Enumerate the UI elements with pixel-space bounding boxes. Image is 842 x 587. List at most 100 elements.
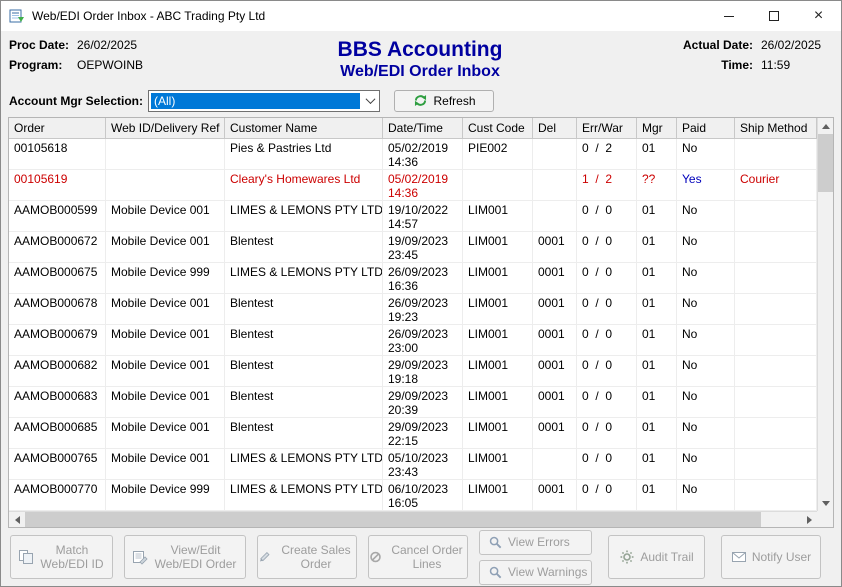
close-button[interactable]: × xyxy=(796,1,841,31)
chevron-down-icon xyxy=(365,94,375,104)
cell-cust_code: LIM001 xyxy=(463,387,533,418)
cell-date_time: 19/09/202323:45 xyxy=(383,232,463,263)
create-sales-order-label: Create Sales Order xyxy=(276,543,356,571)
horizontal-scrollbar[interactable] xyxy=(9,511,817,527)
notify-user-button[interactable]: Notify User xyxy=(721,535,821,579)
table-row[interactable]: AAMOB000682Mobile Device 001Blentest29/0… xyxy=(9,356,817,387)
title-bar: Web/EDI Order Inbox - ABC Trading Pty Lt… xyxy=(1,1,841,31)
column-header-web_id[interactable]: Web ID/Delivery Ref xyxy=(106,118,225,139)
table-row[interactable]: AAMOB000675Mobile Device 999LIMES & LEMO… xyxy=(9,263,817,294)
table-row[interactable]: AAMOB000678Mobile Device 001Blentest26/0… xyxy=(9,294,817,325)
cell-customer: LIMES & LEMONS PTY LTD xyxy=(225,449,383,480)
envelope-icon xyxy=(731,549,747,565)
table-row[interactable]: 00105618Pies & Pastries Ltd05/02/201914:… xyxy=(9,139,817,170)
cell-paid: No xyxy=(677,356,735,387)
match-webedi-id-button[interactable]: Match Web/EDI ID xyxy=(10,535,113,579)
cell-paid: No xyxy=(677,449,735,480)
cell-ship_method xyxy=(735,418,817,449)
table-row[interactable]: AAMOB000770Mobile Device 999LIMES & LEMO… xyxy=(9,480,817,511)
column-header-cust_code[interactable]: Cust Code xyxy=(463,118,533,139)
account-mgr-label: Account Mgr Selection: xyxy=(9,94,143,108)
table-row[interactable]: AAMOB000599Mobile Device 001LIMES & LEMO… xyxy=(9,201,817,232)
cell-del: 0001 xyxy=(533,356,577,387)
cell-order: AAMOB000678 xyxy=(9,294,106,325)
cell-ship_method xyxy=(735,325,817,356)
cell-mgr: 01 xyxy=(637,449,677,480)
vertical-scroll-track[interactable] xyxy=(818,192,833,495)
header-center: BBS Accounting Web/EDI Order Inbox xyxy=(234,38,606,88)
maximize-button[interactable] xyxy=(751,1,796,31)
cell-del: 0001 xyxy=(533,294,577,325)
column-header-paid[interactable]: Paid xyxy=(677,118,735,139)
cell-mgr: 01 xyxy=(637,201,677,232)
view-errors-button[interactable]: View Errors xyxy=(479,530,592,555)
column-header-ship_method[interactable]: Ship Method xyxy=(735,118,817,139)
table-row[interactable]: AAMOB000679Mobile Device 001Blentest26/0… xyxy=(9,325,817,356)
cell-err_war: 0 / 0 xyxy=(577,418,637,449)
horizontal-scroll-track[interactable] xyxy=(761,512,801,527)
arrow-left-icon xyxy=(15,516,20,524)
cell-del xyxy=(533,170,577,201)
cell-date_time: 29/09/202320:39 xyxy=(383,387,463,418)
cell-paid: No xyxy=(677,387,735,418)
cell-order: AAMOB000679 xyxy=(9,325,106,356)
window-title: Web/EDI Order Inbox - ABC Trading Pty Lt… xyxy=(32,9,706,23)
cell-order: AAMOB000682 xyxy=(9,356,106,387)
cell-date_time: 06/10/202316:05 xyxy=(383,480,463,511)
column-header-customer[interactable]: Customer Name xyxy=(225,118,383,139)
cell-cust_code: LIM001 xyxy=(463,418,533,449)
column-header-mgr[interactable]: Mgr xyxy=(637,118,677,139)
view-edit-webedi-order-button[interactable]: View/Edit Web/EDI Order xyxy=(124,535,246,579)
cell-cust_code: LIM001 xyxy=(463,356,533,387)
column-header-err_war[interactable]: Err/War xyxy=(577,118,637,139)
column-header-del[interactable]: Del xyxy=(533,118,577,139)
scroll-down-button[interactable] xyxy=(818,495,833,511)
minimize-button[interactable] xyxy=(706,1,751,31)
cell-customer: LIMES & LEMONS PTY LTD xyxy=(225,480,383,511)
cancel-order-lines-button[interactable]: Cancel Order Lines xyxy=(368,535,468,579)
audit-trail-button[interactable]: Audit Trail xyxy=(608,535,705,579)
table-row[interactable]: AAMOB000672Mobile Device 001Blentest19/0… xyxy=(9,232,817,263)
app-title: BBS Accounting xyxy=(234,38,606,62)
column-header-order[interactable]: Order xyxy=(9,118,106,139)
cell-err_war: 0 / 0 xyxy=(577,480,637,511)
cell-paid: No xyxy=(677,480,735,511)
vertical-scroll-thumb[interactable] xyxy=(818,134,833,192)
table-row[interactable]: AAMOB000685Mobile Device 001Blentest29/0… xyxy=(9,418,817,449)
program-value: OEPWOINB xyxy=(77,58,143,72)
column-header-date_time[interactable]: Date/Time xyxy=(383,118,463,139)
match-webedi-id-label: Match Web/EDI ID xyxy=(39,543,105,571)
create-sales-order-button[interactable]: Create Sales Order xyxy=(257,535,357,579)
cell-order: AAMOB000765 xyxy=(9,449,106,480)
cell-web_id xyxy=(106,170,225,201)
table-row[interactable]: AAMOB000765Mobile Device 001LIMES & LEMO… xyxy=(9,449,817,480)
cell-paid: No xyxy=(677,139,735,170)
cell-cust_code: PIE002 xyxy=(463,139,533,170)
view-warnings-button[interactable]: View Warnings xyxy=(479,560,592,585)
refresh-button[interactable]: Refresh xyxy=(394,90,494,112)
proc-date-label: Proc Date: xyxy=(9,38,77,52)
cell-cust_code: LIM001 xyxy=(463,480,533,511)
vertical-scrollbar[interactable] xyxy=(817,118,833,511)
cell-ship_method: Courier xyxy=(735,170,817,201)
account-mgr-select[interactable]: (All) xyxy=(148,90,380,112)
combo-dropdown-button[interactable] xyxy=(361,91,379,111)
grid-header: OrderWeb ID/Delivery RefCustomer NameDat… xyxy=(9,118,817,139)
program-label: Program: xyxy=(9,58,77,72)
cell-mgr: 01 xyxy=(637,139,677,170)
table-row[interactable]: 00105619Cleary's Homewares Ltd05/02/2019… xyxy=(9,170,817,201)
cell-err_war: 0 / 0 xyxy=(577,294,637,325)
scroll-up-button[interactable] xyxy=(818,118,833,134)
cell-customer: Blentest xyxy=(225,356,383,387)
cell-cust_code: LIM001 xyxy=(463,294,533,325)
view-warnings-label: View Warnings xyxy=(508,565,587,579)
horizontal-scroll-thumb[interactable] xyxy=(25,512,761,527)
cell-customer: Cleary's Homewares Ltd xyxy=(225,170,383,201)
cell-order: AAMOB000683 xyxy=(9,387,106,418)
scroll-right-button[interactable] xyxy=(801,512,817,527)
scroll-left-button[interactable] xyxy=(9,512,25,527)
cell-ship_method xyxy=(735,139,817,170)
refresh-button-label: Refresh xyxy=(434,94,476,108)
table-row[interactable]: AAMOB000683Mobile Device 001Blentest29/0… xyxy=(9,387,817,418)
view-edit-webedi-order-label: View/Edit Web/EDI Order xyxy=(153,543,239,571)
